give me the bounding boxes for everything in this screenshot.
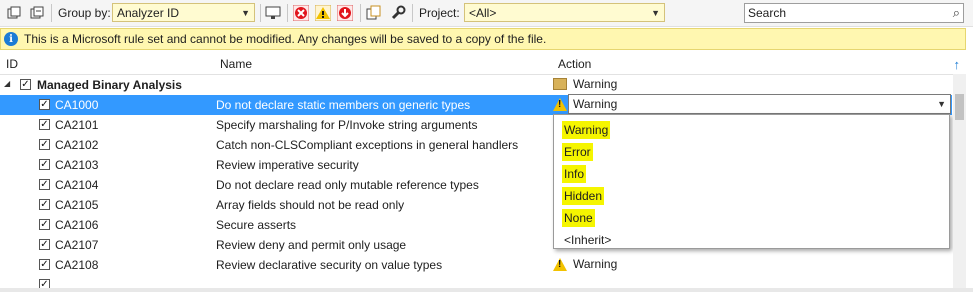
group-action-label: Warning [573, 77, 618, 91]
chevron-down-icon[interactable]: ▼ [937, 99, 946, 109]
column-name[interactable]: Name [220, 57, 252, 71]
rule-checkbox[interactable]: ✓ [39, 99, 50, 110]
rule-checkbox[interactable]: ✓ [39, 219, 50, 230]
column-id[interactable]: ID [6, 57, 18, 71]
action-dropdown-value: Warning [573, 97, 618, 111]
chevron-down-icon: ▼ [651, 8, 660, 18]
project-label: Project: [419, 6, 460, 20]
warning-icon [553, 257, 567, 271]
rule-name: Review deny and permit only usage [216, 238, 407, 252]
rule-checkbox[interactable]: ✓ [39, 119, 50, 130]
rule-id: CA2101 [55, 118, 99, 132]
rule-id: CA2102 [55, 138, 99, 152]
group-label: Managed Binary Analysis [37, 78, 182, 92]
sort-ascending-icon[interactable]: ↑ [954, 57, 961, 72]
rule-name: Specify marshaling for P/Invoke string a… [216, 118, 478, 132]
rule-id: CA2107 [55, 238, 99, 252]
monitor-icon[interactable] [263, 3, 283, 23]
folder-icon [553, 78, 567, 90]
rule-id: CA2104 [55, 178, 99, 192]
collapse-all-icon[interactable] [27, 3, 47, 23]
rule-action-label: Warning [573, 257, 618, 271]
option-info[interactable]: Info [562, 165, 587, 183]
option-error[interactable]: Error [562, 143, 593, 161]
horizontal-scrollbar[interactable] [0, 288, 973, 292]
rule-name: Array fields should not be read only [216, 198, 405, 212]
rule-id: CA2103 [55, 158, 99, 172]
vertical-scrollbar[interactable] [953, 74, 966, 288]
rule-checkbox[interactable]: ✓ [39, 279, 50, 288]
rule-name: Catch non-CLSCompliant exceptions in gen… [216, 138, 519, 152]
option-none[interactable]: None [562, 209, 595, 227]
option-warning[interactable]: Warning [562, 121, 611, 139]
rule-name: Do not declare static members on generic… [216, 98, 471, 112]
rule-name: Review imperative security [216, 158, 359, 172]
rule-checkbox[interactable]: ✓ [39, 179, 50, 190]
info-bar: i This is a Microsoft rule set and canno… [0, 28, 966, 50]
action-dropdown-list: Warning Error Info Hidden None <Inherit> [553, 114, 950, 249]
rule-name: Do not declare read only mutable referen… [216, 178, 479, 192]
project-value: <All> [469, 5, 497, 20]
warning-filter-icon[interactable] [313, 3, 333, 23]
wrench-icon[interactable] [388, 3, 408, 23]
suppress-filter-icon[interactable] [335, 3, 355, 23]
table-row[interactable]: ✓ CA2108 Review declarative security on … [0, 255, 952, 275]
rule-action[interactable]: Warning [553, 257, 617, 271]
rule-checkbox[interactable]: ✓ [39, 239, 50, 250]
toolbar: Group by: Analyzer ID ▼ Project: <All> ▼… [0, 0, 973, 27]
rule-id: CA2108 [55, 258, 99, 272]
rule-checkbox[interactable]: ✓ [39, 199, 50, 210]
group-checkbox[interactable]: ✓ [20, 79, 31, 90]
info-icon: i [4, 32, 18, 46]
group-by-dropdown[interactable]: Analyzer ID ▼ [112, 3, 255, 22]
action-dropdown[interactable]: Warning ▼ [568, 94, 951, 114]
rule-id: CA2105 [55, 198, 99, 212]
rule-id: CA1000 [55, 98, 99, 112]
table-row[interactable]: ✓ [0, 275, 952, 288]
option-hidden[interactable]: Hidden [562, 187, 605, 205]
rule-checkbox[interactable]: ✓ [39, 259, 50, 270]
chevron-down-icon: ▼ [241, 8, 250, 18]
option-inherit[interactable]: <Inherit> [562, 231, 613, 249]
group-by-label: Group by: [58, 6, 111, 20]
search-icon[interactable]: ⌕ [953, 5, 960, 21]
expand-all-icon[interactable] [4, 3, 24, 23]
group-row[interactable]: ◢ ✓ Managed Binary Analysis Warning [0, 75, 952, 95]
project-dropdown[interactable]: <All> ▼ [464, 3, 665, 22]
group-action: Warning [553, 77, 617, 91]
rule-id: CA2106 [55, 218, 99, 232]
copy-icon[interactable] [364, 3, 384, 23]
column-action[interactable]: Action [558, 57, 591, 71]
column-header: ID Name Action ↑ [0, 54, 966, 75]
error-filter-icon[interactable] [291, 3, 311, 23]
rule-checkbox[interactable]: ✓ [39, 139, 50, 150]
scrollbar-thumb[interactable] [955, 94, 964, 120]
group-by-value: Analyzer ID [117, 5, 180, 20]
rule-name: Secure asserts [216, 218, 297, 232]
search-placeholder: Search [748, 6, 787, 20]
info-message: This is a Microsoft rule set and cannot … [24, 32, 547, 46]
rule-name: Review declarative security on value typ… [216, 258, 443, 272]
rule-checkbox[interactable]: ✓ [39, 159, 50, 170]
expand-arrow-icon[interactable]: ◢ [4, 79, 10, 88]
search-input[interactable]: Search ⌕ [744, 3, 964, 23]
